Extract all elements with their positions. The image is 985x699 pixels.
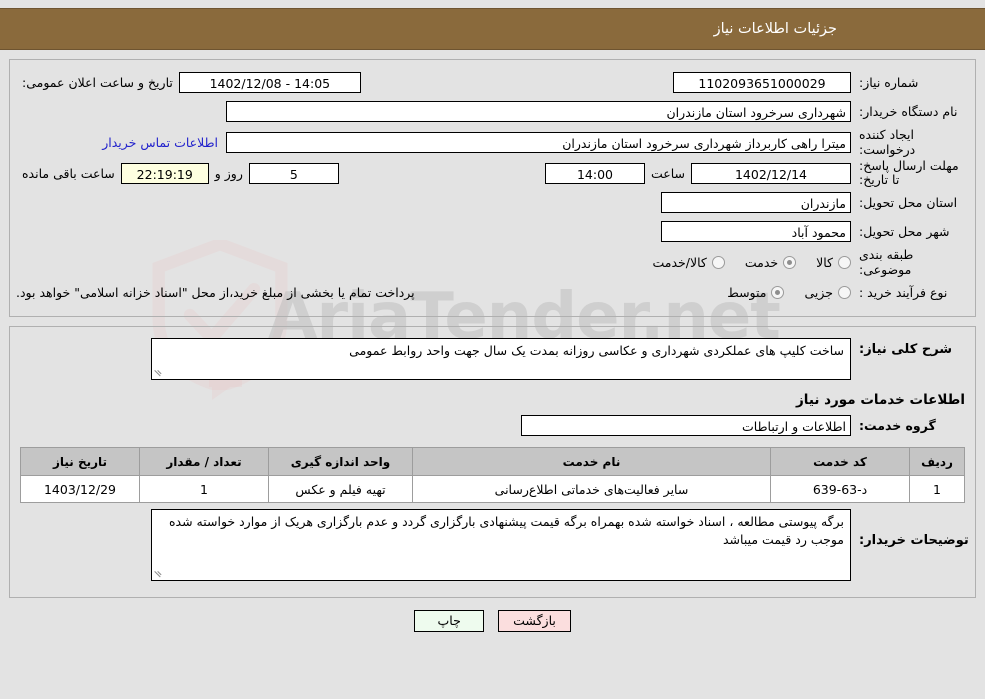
- row-need-number: شماره نیاز: 1102093651000029 14:05 - 140…: [16, 69, 969, 96]
- buyer-contact-link[interactable]: اطلاعات تماس خریدار: [94, 135, 226, 150]
- buyer-org-value: شهرداری سرخرود استان مازندران: [226, 101, 851, 122]
- city-label: شهر محل تحویل:: [859, 224, 950, 239]
- purchase-type-option-label: متوسط: [727, 285, 767, 300]
- row-remarks: توضیحات خریدار: برگه پیوستی مطالعه ، اسن…: [16, 509, 969, 581]
- radio-icon[interactable]: [771, 286, 785, 299]
- table-row: 1 د-63-639 سایر فعالیت‌های خدماتی اطلاع‌رس…: [20, 475, 965, 503]
- deadline-label: مهلت ارسال پاسخ: تا تاریخ:: [859, 158, 959, 187]
- table-col-header: نام خدمت: [412, 447, 771, 476]
- remaining-clock-value: 22:19:19: [120, 162, 209, 184]
- page-title: جزئیات اطلاعات نیاز: [713, 21, 837, 37]
- row-service-group: گروه خدمت: اطلاعات و ارتباطات: [16, 412, 969, 439]
- table-cell: تهیه فیلم و عکس: [268, 475, 413, 503]
- table-col-header: تعداد / مقدار: [139, 447, 269, 476]
- payment-note: پرداخت تمام یا بخشی از مبلغ خرید،از محل …: [16, 285, 415, 300]
- province-label: استان محل تحویل:: [859, 195, 958, 210]
- service-group-value: اطلاعات و ارتباطات: [521, 415, 851, 436]
- remarks-label: توضیحات خریدار:: [859, 533, 969, 548]
- need-number-value: 1102093651000029: [673, 72, 851, 93]
- purchase-type-label: نوع فرآیند خرید :: [859, 285, 948, 300]
- need-info-panel: شماره نیاز: 1102093651000029 14:05 - 140…: [9, 59, 976, 317]
- table-cell: د-63-639: [770, 475, 910, 503]
- service-group-label: گروه خدمت:: [859, 418, 936, 433]
- needs-table-body: 1 د-63-639 سایر فعالیت‌های خدماتی اطلاع‌رس…: [20, 475, 965, 503]
- services-section-title: اطلاعات خدمات مورد نیاز: [795, 392, 965, 408]
- table-cell: 1: [139, 475, 269, 503]
- purchase-type-option-label: جزیی: [804, 285, 833, 300]
- needs-table: ردیف کد خدمت نام خدمت واحد اندازه گیری تعداد…: [20, 447, 965, 503]
- remaining-days-label: روز و: [214, 165, 243, 181]
- purchase-type-option-0[interactable]: جزیی: [804, 285, 851, 300]
- radio-icon[interactable]: [838, 255, 851, 269]
- category-radio-group[interactable]: کالا خدمت کالا/خدمت: [636, 255, 851, 270]
- category-option-1[interactable]: خدمت: [744, 254, 797, 270]
- purchase-type-option-1[interactable]: متوسط: [727, 285, 785, 300]
- back-button[interactable]: بازگشت: [498, 610, 571, 632]
- public-announce-value: 14:05 - 1402/12/08: [178, 72, 361, 93]
- buyer-org-label: نام دستگاه خریدار:: [859, 104, 958, 119]
- row-category: طبقه بندی موضوعی: کالا خدمت کالا/خدمت: [16, 247, 969, 277]
- row-creator: ایجاد کننده درخواست: میترا راهی کاربرداز…: [16, 127, 969, 157]
- print-button[interactable]: چاپ: [414, 610, 485, 632]
- need-number-label: شماره نیاز:: [859, 75, 919, 90]
- table-header-row: ردیف کد خدمت نام خدمت واحد اندازه گیری تعداد…: [20, 447, 965, 476]
- row-deadline: مهلت ارسال پاسخ: تا تاریخ: 1402/12/14 سا…: [16, 159, 969, 187]
- table-cell: 1403/12/29: [20, 475, 140, 503]
- deadline-hour-label: ساعت: [650, 165, 685, 181]
- table-col-header: تاریخ نیاز: [20, 447, 140, 476]
- purchase-type-radio-group[interactable]: جزیی متوسط: [711, 285, 851, 300]
- footer-actions: بازگشت چاپ: [0, 610, 985, 632]
- table-col-header: ردیف: [909, 447, 965, 476]
- deadline-date-value: 1402/12/14: [691, 162, 851, 184]
- table-cell: 1: [909, 475, 965, 503]
- radio-icon[interactable]: [838, 286, 851, 299]
- radio-icon[interactable]: [711, 255, 725, 269]
- category-option-label: کالا: [816, 254, 833, 270]
- page-header: جزئیات اطلاعات نیاز: [0, 8, 985, 50]
- row-description: شرح کلی نیاز: ساخت کلیپ های عملکردی شهرد…: [16, 338, 969, 380]
- creator-label: ایجاد کننده درخواست:: [859, 127, 916, 157]
- remaining-days-value: 5: [248, 162, 339, 184]
- table-col-header: کد خدمت: [770, 447, 910, 476]
- remaining-suffix-label: ساعت باقی مانده: [22, 165, 115, 181]
- remarks-textarea[interactable]: برگه پیوستی مطالعه ، اسناد خواسته شده به…: [151, 509, 851, 581]
- category-label: طبقه بندی موضوعی:: [859, 247, 914, 277]
- resize-grip-icon: [154, 569, 164, 579]
- resize-grip-icon: [154, 368, 164, 378]
- row-purchase-type: نوع فرآیند خرید : جزیی متوسط پرداخت تمام …: [16, 279, 969, 306]
- needs-table-wrapper: ردیف کد خدمت نام خدمت واحد اندازه گیری تعداد…: [16, 447, 969, 503]
- city-value: محمود آباد: [661, 221, 851, 242]
- creator-value: میترا راهی کاربرداز شهرداری سرخرود استان…: [226, 131, 851, 153]
- description-textarea[interactable]: ساخت کلیپ های عملکردی شهرداری و عکاسی رو…: [151, 338, 851, 380]
- services-panel: شرح کلی نیاز: ساخت کلیپ های عملکردی شهرد…: [9, 326, 976, 598]
- category-option-0[interactable]: کالا: [816, 255, 851, 270]
- table-col-header: واحد اندازه گیری: [268, 447, 413, 476]
- row-city: شهر محل تحویل: محمود آباد: [16, 218, 969, 245]
- table-cell: سایر فعالیت‌های خدماتی اطلاع‌رسانی: [412, 475, 771, 503]
- deadline-hour-value: 14:00: [544, 162, 645, 184]
- row-buyer-org: نام دستگاه خریدار: شهرداری سرخرود استان …: [16, 98, 969, 125]
- radio-icon[interactable]: [783, 255, 797, 269]
- description-label: شرح کلی نیاز:: [859, 342, 953, 357]
- row-province: استان محل تحویل: مازندران: [16, 189, 969, 216]
- province-value: مازندران: [661, 192, 851, 213]
- category-option-label: خدمت: [744, 254, 779, 270]
- category-option-label: کالا/خدمت: [652, 254, 707, 270]
- public-announce-label: تاریخ و ساعت اعلان عمومی:: [22, 75, 173, 90]
- category-option-2[interactable]: کالا/خدمت: [652, 254, 725, 270]
